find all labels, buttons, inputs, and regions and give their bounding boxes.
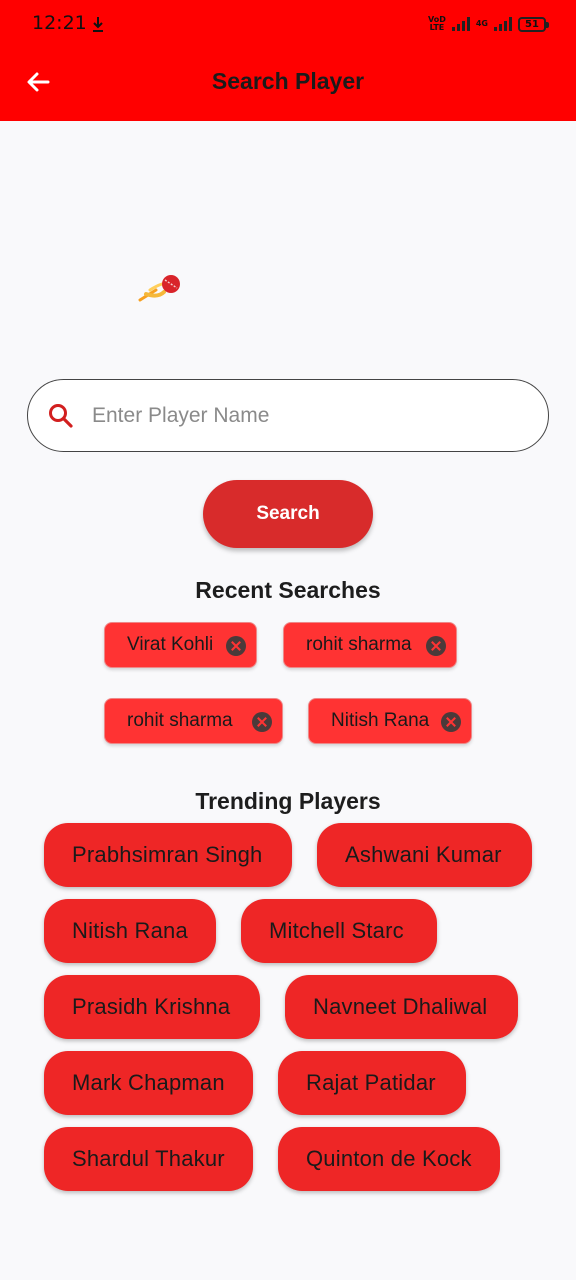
search-input[interactable]: [92, 398, 522, 434]
trending-player-chip[interactable]: Prabhsimran Singh: [44, 823, 292, 887]
close-icon[interactable]: [426, 636, 446, 656]
trending-player-chip[interactable]: Quinton de Kock: [278, 1127, 500, 1191]
recent-chip[interactable]: rohit sharma: [283, 622, 457, 668]
recent-chip-label: Nitish Rana: [331, 710, 430, 731]
recent-chip-label: Virat Kohli: [127, 634, 214, 655]
recent-chip-label: rohit sharma: [127, 710, 233, 731]
recent-chip[interactable]: Nitish Rana: [308, 698, 472, 744]
trending-player-chip[interactable]: Prasidh Krishna: [44, 975, 260, 1039]
recent-searches-title: Recent Searches: [195, 577, 381, 603]
battery-icon: 51: [518, 16, 549, 32]
trending-player-chip[interactable]: Mark Chapman: [44, 1051, 253, 1115]
search-field[interactable]: [27, 379, 549, 452]
recent-chip-label: rohit sharma: [306, 634, 412, 655]
signal-icon: [451, 17, 470, 31]
signal-icon-2: [494, 17, 512, 31]
search-button[interactable]: Search: [203, 480, 373, 548]
trending-player-chip[interactable]: Navneet Dhaliwal: [285, 975, 518, 1039]
page-title: Search Player: [211, 68, 365, 94]
app-bar: 12:21 VoD LTE 4G 51 Search Player: [0, 0, 576, 121]
recent-chip[interactable]: Virat Kohli: [104, 622, 257, 668]
download-icon: [93, 17, 103, 32]
status-time: 12:21: [32, 12, 87, 34]
recent-chip[interactable]: rohit sharma: [104, 698, 283, 744]
trending-player-chip[interactable]: Shardul Thakur: [44, 1127, 253, 1191]
trending-player-chip[interactable]: Nitish Rana: [44, 899, 216, 963]
close-icon[interactable]: [441, 712, 461, 732]
trending-player-chip[interactable]: Mitchell Starc: [241, 899, 437, 963]
trending-player-chip[interactable]: Rajat Patidar: [278, 1051, 466, 1115]
trending-players-title: Trending Players: [195, 788, 381, 814]
close-icon[interactable]: [226, 636, 246, 656]
close-icon[interactable]: [252, 712, 272, 732]
search-icon: [49, 404, 73, 428]
trending-player-chip[interactable]: Ashwani Kumar: [317, 823, 532, 887]
status-icons: VoD LTE 4G 51: [427, 13, 549, 35]
network-type: 4G: [475, 19, 488, 28]
volte-indicator: VoD LTE: [427, 15, 446, 32]
cricket-ball-icon: [138, 275, 180, 302]
